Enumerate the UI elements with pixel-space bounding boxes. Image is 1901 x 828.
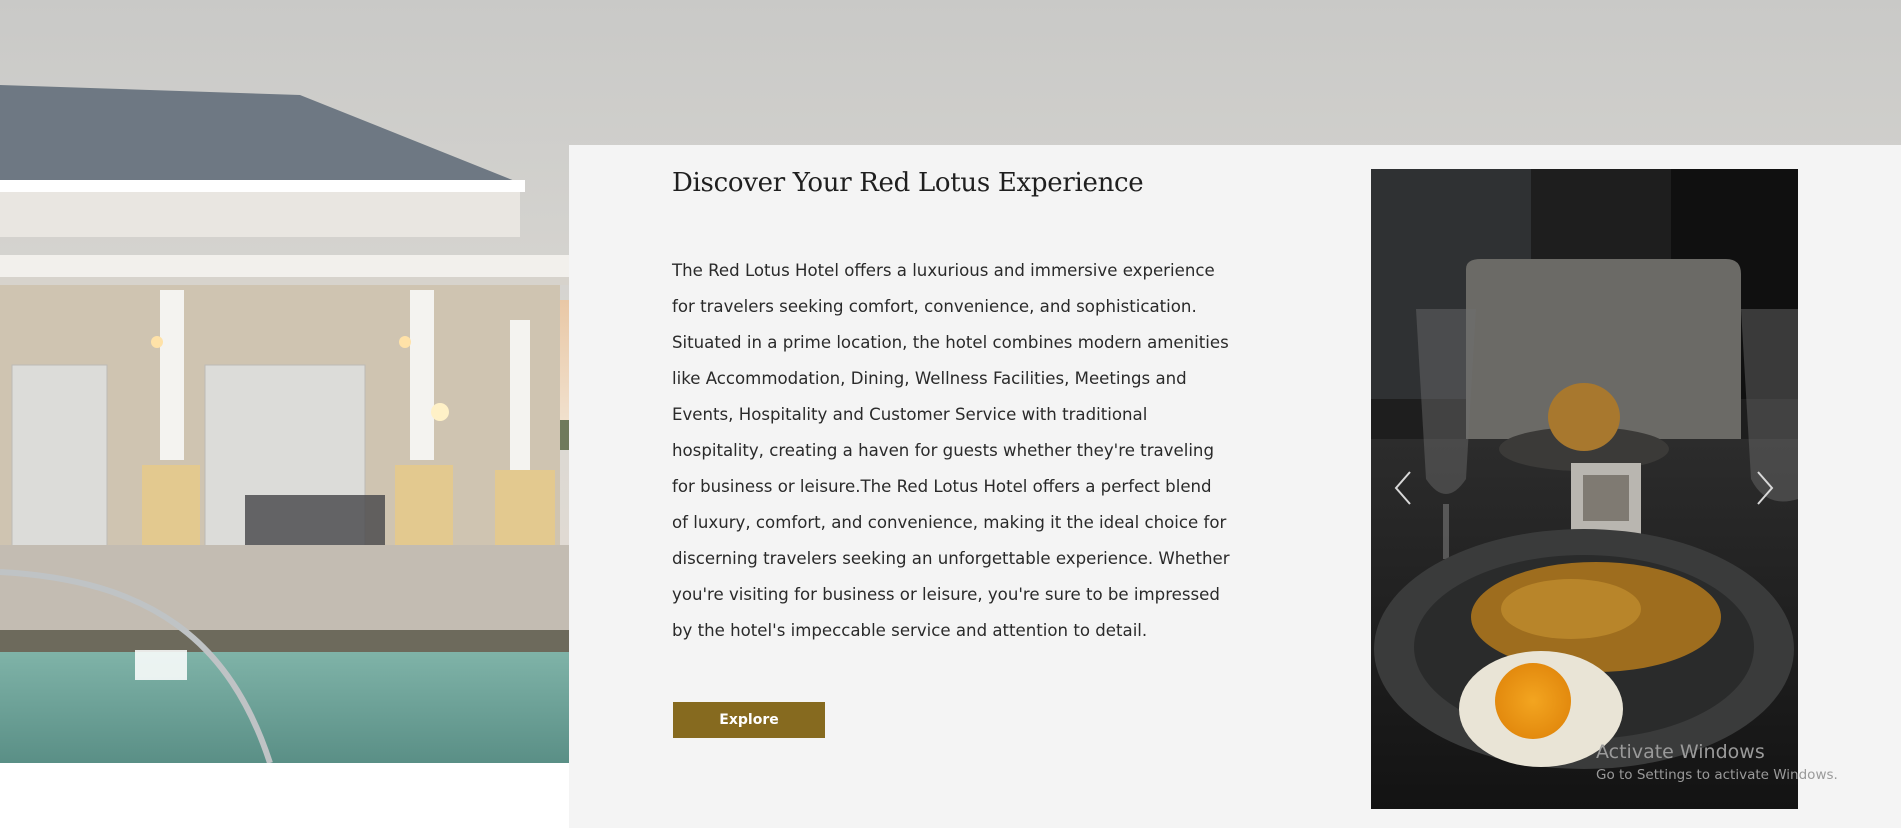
slider-next-button[interactable]	[1750, 468, 1780, 508]
section-title: Discover Your Red Lotus Experience	[672, 168, 1144, 198]
explore-button[interactable]: Explore	[673, 702, 825, 738]
watermark-subtitle: Go to Settings to activate Windows.	[1596, 767, 1838, 783]
slider-image	[1371, 169, 1798, 809]
chevron-left-icon	[1394, 471, 1411, 505]
slider-prev-button[interactable]	[1388, 468, 1418, 508]
watermark-title: Activate Windows	[1596, 741, 1765, 763]
windows-activation-watermark: Activate Windows Go to Settings to activ…	[1596, 741, 1838, 783]
section-description: The Red Lotus Hotel offers a luxurious a…	[672, 261, 1230, 640]
chevron-right-icon	[1757, 471, 1774, 505]
image-slider[interactable]	[1371, 169, 1798, 809]
